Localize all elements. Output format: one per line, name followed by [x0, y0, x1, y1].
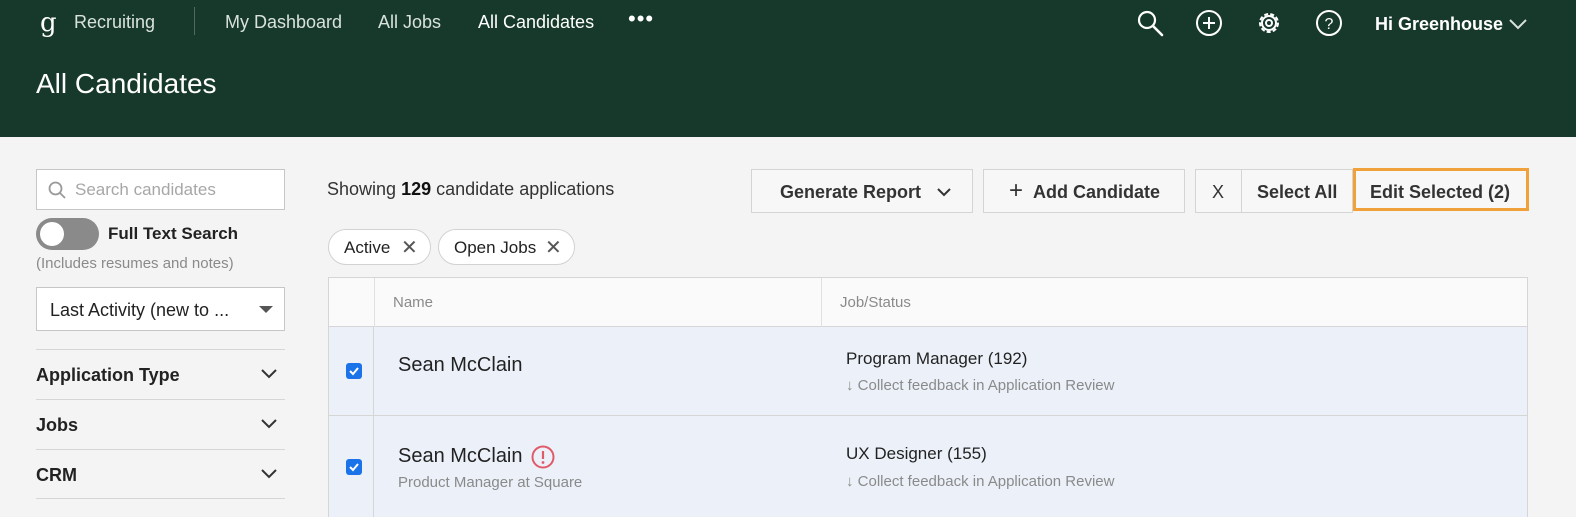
search-box: [36, 169, 285, 210]
full-text-search-hint: (Includes resumes and notes): [36, 255, 234, 272]
add-candidate-label: Add Candidate: [1033, 182, 1161, 202]
generate-report-button[interactable]: Generate Report: [751, 169, 973, 213]
edit-selected-label: Edit Selected (2): [1370, 182, 1511, 202]
candidates-table: Name Job/Status Sean McClain Program Man…: [328, 277, 1528, 517]
filter-chip-open-jobs: Open Jobs ✕: [438, 229, 575, 265]
column-divider: [374, 278, 375, 327]
table-row[interactable]: Sean McClain Product Manager at Square U…: [329, 416, 1527, 517]
job-status: ↓ Collect feedback in Application Review: [846, 473, 1115, 490]
job-title[interactable]: UX Designer (155): [846, 444, 987, 464]
filter-jobs[interactable]: Jobs: [36, 399, 285, 449]
search-icon: [48, 181, 66, 199]
table-row[interactable]: Sean McClain Program Manager (192) ↓ Col…: [329, 327, 1527, 416]
chevron-down-icon: [261, 469, 277, 479]
chevron-down-icon: [261, 419, 277, 429]
search-icon[interactable]: [1136, 9, 1164, 37]
checkbox-cell: [329, 416, 374, 517]
chevron-down-icon: [261, 369, 277, 379]
full-text-search-toggle[interactable]: [36, 218, 99, 250]
sort-select[interactable]: Last Activity (new to ...: [36, 287, 285, 331]
user-menu[interactable]: Hi Greenhouse: [1375, 14, 1503, 35]
candidate-name[interactable]: Sean McClain: [398, 354, 523, 377]
toggle-knob: [40, 222, 64, 246]
remove-chip-icon[interactable]: ✕: [401, 235, 418, 260]
nav-all-candidates[interactable]: All Candidates: [478, 12, 594, 33]
gear-icon[interactable]: [1255, 9, 1283, 37]
chevron-down-icon: [937, 188, 951, 197]
edit-selected-button[interactable]: Edit Selected (2): [1353, 168, 1529, 211]
candidate-subtitle: Product Manager at Square: [398, 474, 583, 491]
checkmark-icon: [349, 367, 359, 376]
select-all-label: Select All: [1257, 182, 1338, 202]
results-count: Showing 129 candidate applications: [327, 179, 614, 200]
more-menu-icon[interactable]: •••: [628, 6, 654, 32]
results-prefix: Showing: [327, 179, 397, 199]
nav-my-dashboard[interactable]: My Dashboard: [225, 12, 342, 33]
filter-application-type[interactable]: Application Type: [36, 349, 285, 399]
chip-label: Open Jobs: [454, 238, 537, 257]
results-number: 129: [401, 179, 432, 199]
row-checkbox[interactable]: [346, 363, 362, 379]
row-checkbox[interactable]: [346, 459, 362, 475]
checkbox-cell: [329, 327, 374, 415]
generate-report-label: Generate Report: [780, 182, 922, 202]
search-candidates-input[interactable]: [75, 179, 275, 201]
filter-label: Jobs: [36, 415, 79, 435]
job-title[interactable]: Program Manager (192): [846, 349, 1027, 369]
caret-down-icon: [259, 306, 273, 313]
warning-icon[interactable]: [531, 445, 555, 469]
column-divider: [821, 278, 822, 327]
filter-crm[interactable]: CRM: [36, 449, 285, 499]
column-header-job-status[interactable]: Job/Status: [840, 294, 911, 311]
greenhouse-logo[interactable]: g: [40, 8, 57, 38]
clear-selection-button[interactable]: X: [1195, 169, 1242, 213]
job-status: ↓ Collect feedback in Application Review: [846, 377, 1115, 394]
app-name[interactable]: Recruiting: [74, 12, 155, 33]
column-header-name[interactable]: Name: [393, 294, 433, 311]
results-suffix: candidate applications: [436, 179, 615, 199]
clear-selection-label: X: [1212, 182, 1225, 202]
checkmark-icon: [349, 463, 359, 472]
add-candidate-button[interactable]: + Add Candidate: [983, 169, 1185, 213]
candidate-name[interactable]: Sean McClain: [398, 445, 523, 468]
table-header: Name Job/Status: [329, 278, 1527, 327]
top-bar: g Recruiting My Dashboard All Jobs All C…: [0, 0, 1576, 137]
filter-chip-active: Active ✕: [328, 229, 431, 265]
sort-select-value: Last Activity (new to ...: [50, 300, 230, 320]
help-icon[interactable]: ?: [1315, 9, 1343, 37]
select-all-button[interactable]: Select All: [1241, 169, 1353, 213]
full-text-search-label: Full Text Search: [108, 224, 239, 243]
filter-label: CRM: [36, 465, 77, 485]
nav-divider: [194, 7, 195, 35]
filter-label: Application Type: [36, 365, 180, 385]
page-title: All Candidates: [36, 68, 217, 99]
chip-label: Active: [344, 238, 391, 257]
add-circle-icon[interactable]: [1195, 9, 1223, 37]
plus-icon: +: [1009, 177, 1024, 204]
svg-text:?: ?: [1325, 16, 1334, 33]
remove-chip-icon[interactable]: ✕: [545, 235, 562, 260]
nav-all-jobs[interactable]: All Jobs: [378, 12, 441, 33]
chevron-down-icon[interactable]: [1508, 16, 1528, 32]
